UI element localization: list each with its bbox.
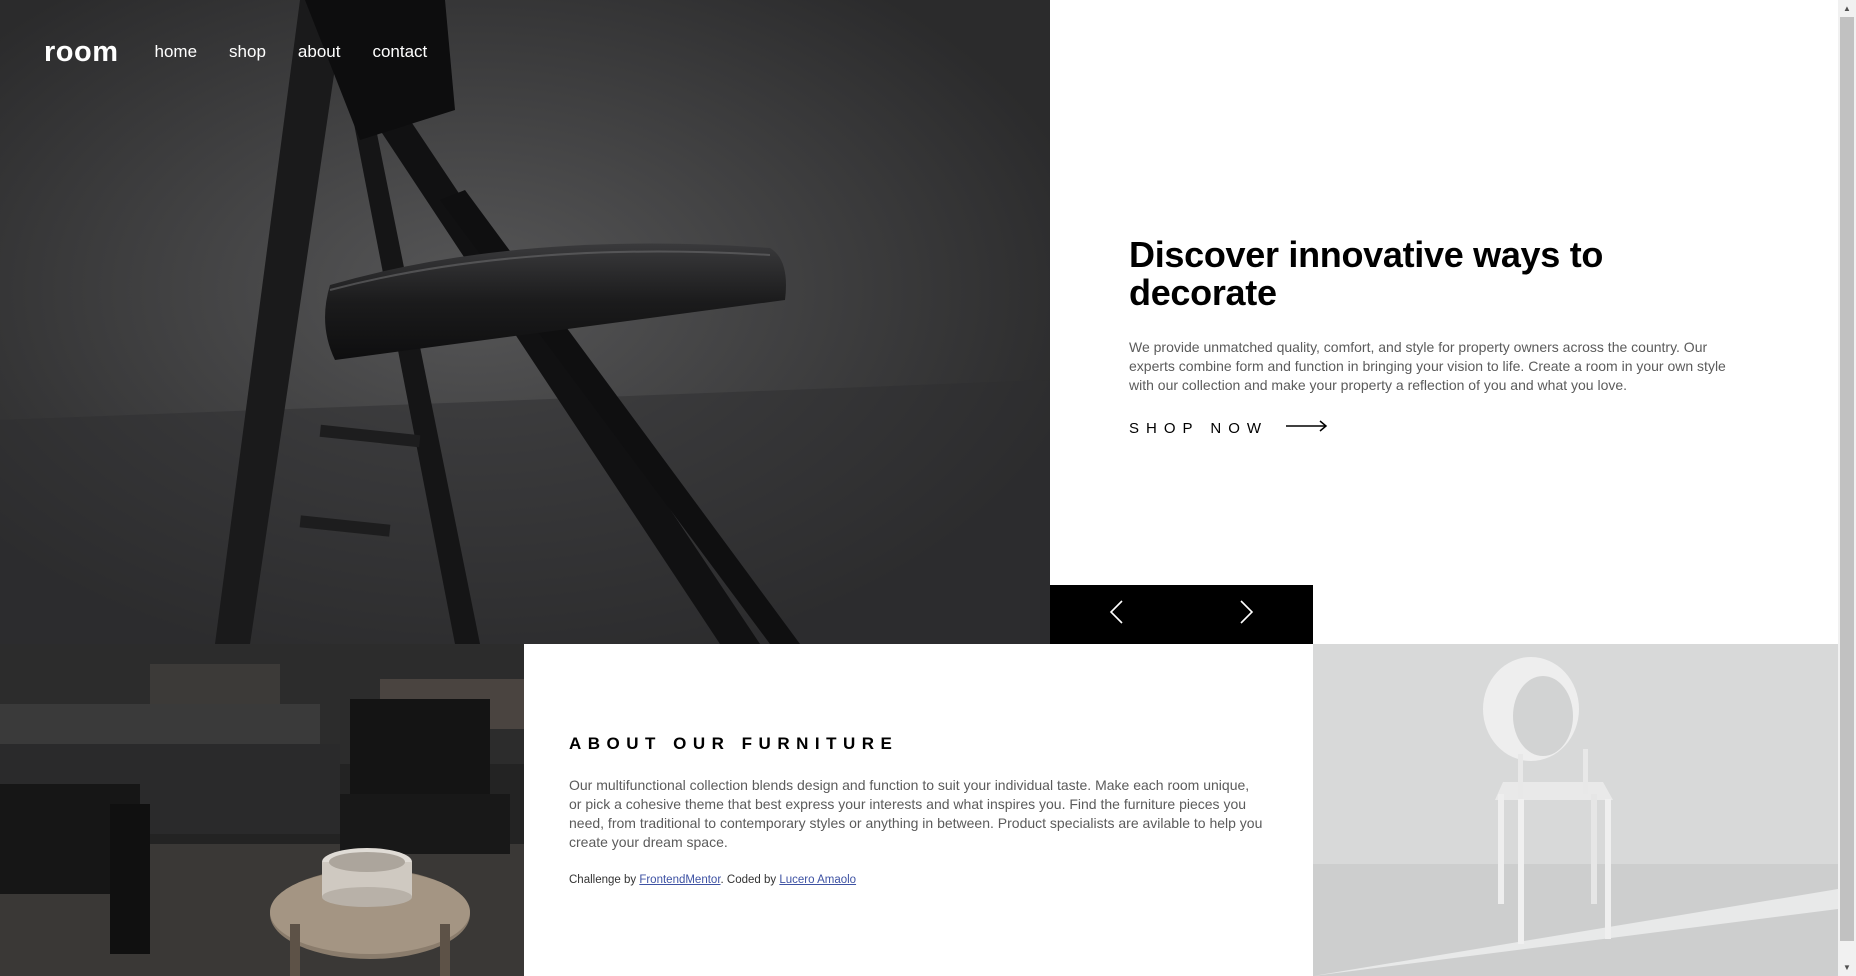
vertical-scrollbar[interactable]: ▲ ▼ bbox=[1838, 0, 1856, 976]
about-dark-room-image bbox=[0, 644, 524, 976]
hero-title: Discover innovative ways to decorate bbox=[1129, 234, 1604, 313]
frontendmentor-link[interactable]: FrontendMentor bbox=[639, 874, 720, 886]
scroll-up-arrow-icon[interactable]: ▲ bbox=[1838, 0, 1856, 17]
page: room home shop about contact Discover in… bbox=[0, 0, 1856, 976]
attribution-middle: . Coded by bbox=[720, 874, 780, 886]
about-section: ABOUT OUR FURNITURE Our multifunctional … bbox=[524, 644, 1313, 976]
logo[interactable]: room bbox=[44, 36, 119, 68]
hero-text: Discover innovative ways to decorate We … bbox=[1129, 236, 1759, 437]
author-link[interactable]: Lucero Amaolo bbox=[779, 874, 856, 886]
hero-description: We provide unmatched quality, comfort, a… bbox=[1129, 339, 1726, 393]
hero-image bbox=[0, 0, 1050, 644]
about-description: Our multifunctional collection blends de… bbox=[569, 777, 1263, 850]
slider-controls bbox=[1050, 585, 1313, 644]
folding-chair-illustration bbox=[0, 0, 1050, 644]
main-nav: room home shop about contact bbox=[44, 36, 459, 68]
attribution-prefix: Challenge by bbox=[569, 874, 640, 886]
nav-link-contact[interactable]: contact bbox=[372, 36, 427, 68]
scroll-down-arrow-icon[interactable]: ▼ bbox=[1838, 959, 1856, 976]
nav-link-about[interactable]: about bbox=[298, 36, 341, 68]
about-white-chair-image bbox=[1313, 644, 1838, 976]
attribution: Challenge by FrontendMentor. Coded by Lu… bbox=[569, 874, 856, 886]
page-content: room home shop about contact Discover in… bbox=[0, 0, 1838, 976]
chevron-right-icon bbox=[1240, 600, 1254, 629]
nav-link-home[interactable]: home bbox=[155, 36, 198, 68]
shop-now-label: SHOP NOW bbox=[1129, 419, 1269, 437]
nav-link-shop[interactable]: shop bbox=[229, 36, 266, 68]
chevron-left-icon bbox=[1109, 600, 1123, 629]
white-chair-illustration bbox=[1313, 644, 1838, 976]
scrollbar-thumb[interactable] bbox=[1840, 17, 1854, 941]
about-title: ABOUT OUR FURNITURE bbox=[569, 734, 899, 753]
slider-next-button[interactable] bbox=[1182, 585, 1314, 644]
slider-prev-button[interactable] bbox=[1050, 585, 1182, 644]
shop-now-button[interactable]: SHOP NOW bbox=[1129, 419, 1759, 437]
arrow-right-icon bbox=[1286, 419, 1328, 437]
dark-room-illustration bbox=[0, 644, 524, 976]
